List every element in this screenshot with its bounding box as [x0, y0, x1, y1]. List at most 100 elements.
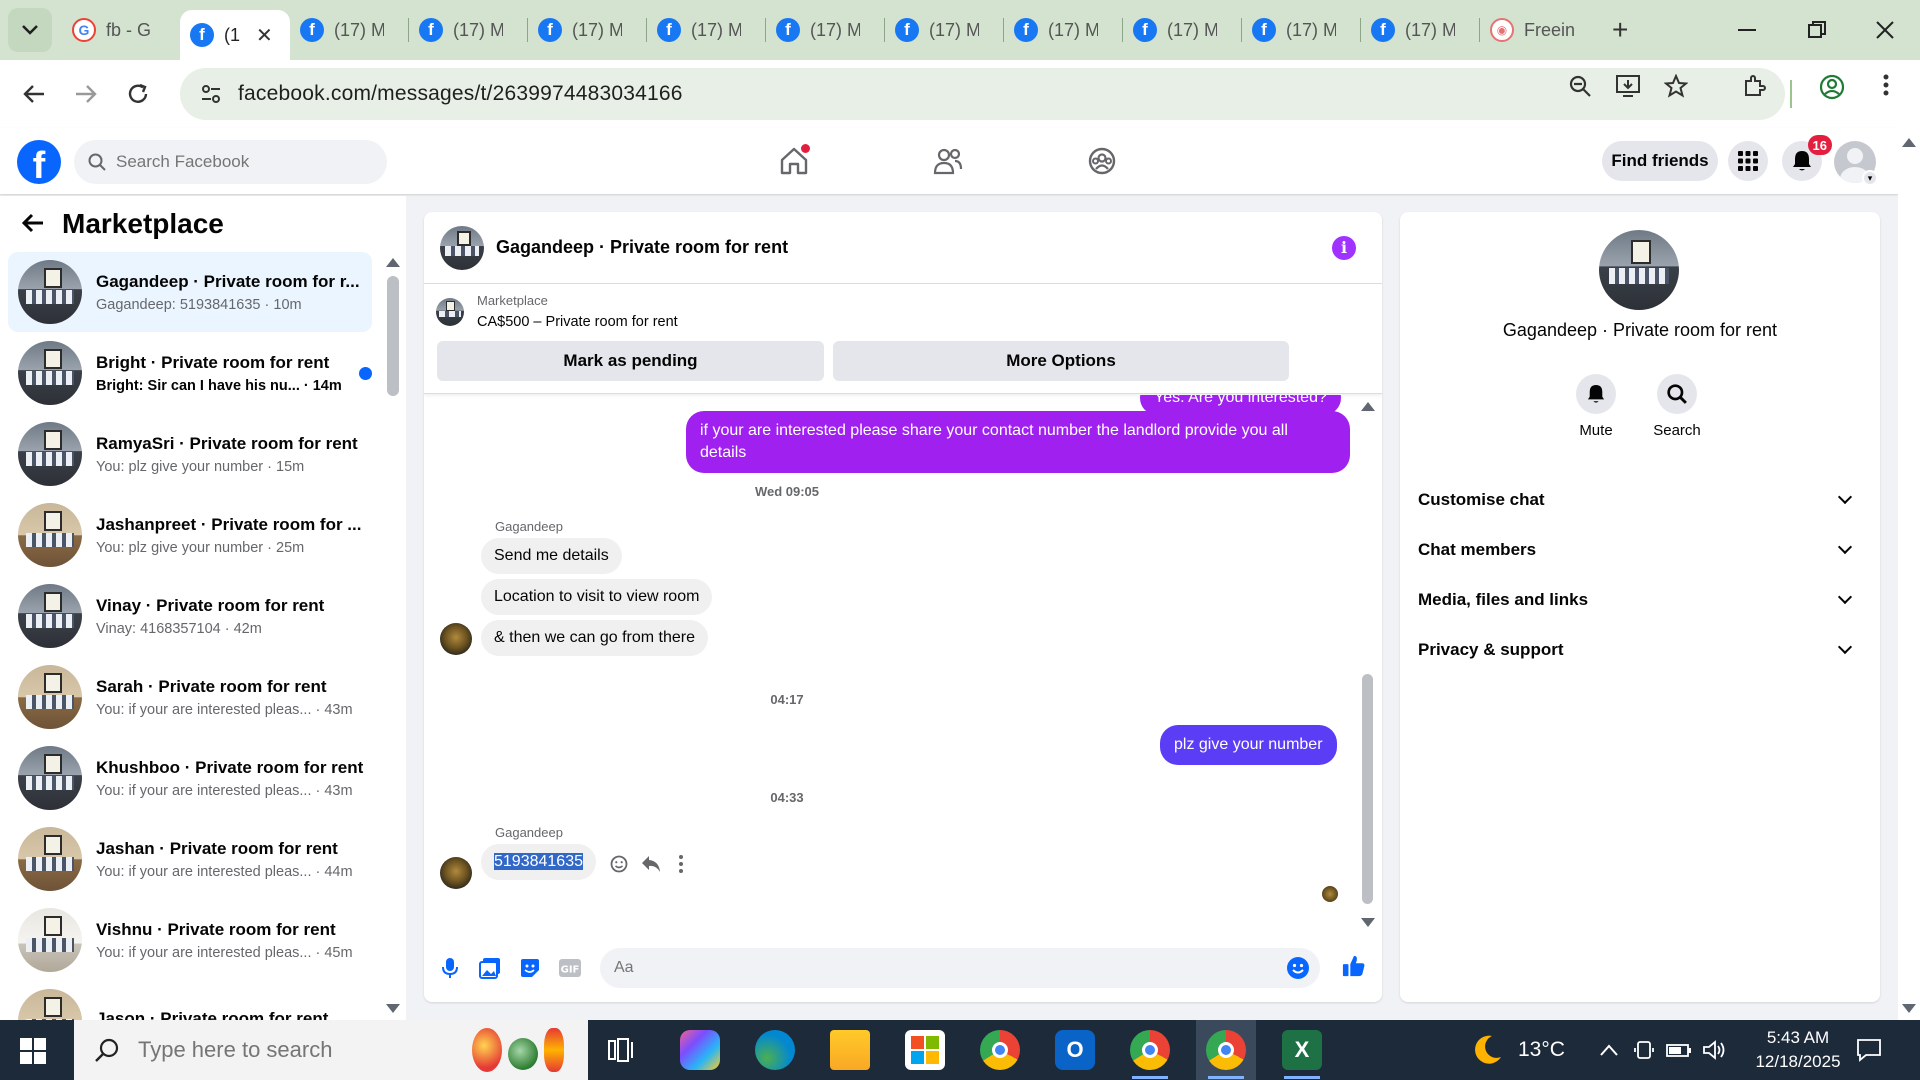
outlook-app-icon[interactable]: O — [1055, 1030, 1095, 1070]
menu-button[interactable] — [1728, 141, 1768, 181]
more-options-button[interactable]: More Options — [833, 341, 1289, 381]
reply-button[interactable] — [641, 855, 661, 878]
conversation-item[interactable]: Khushboo · Private room for rent You: if … — [8, 738, 372, 818]
microsoft-store-icon[interactable] — [905, 1030, 945, 1070]
mark-as-pending-button[interactable]: Mark as pending — [437, 341, 824, 381]
info-icon[interactable]: i — [1332, 236, 1356, 260]
scroll-up-icon[interactable] — [386, 258, 400, 267]
chevron-up-icon[interactable] — [1600, 1044, 1618, 1056]
chat-avatar[interactable] — [440, 225, 484, 270]
message-more-button[interactable] — [679, 855, 683, 878]
conversation-item[interactable]: Jashan · Private room for rent You: if yo… — [8, 819, 372, 899]
emoji-icon[interactable] — [1286, 956, 1310, 980]
edge-app-icon[interactable] — [755, 1030, 795, 1070]
browser-tab[interactable]: f (17) M — [528, 8, 646, 52]
react-button[interactable] — [610, 855, 628, 878]
browser-tab[interactable]: ◉ Freein — [1480, 8, 1598, 52]
reload-button[interactable] — [112, 68, 164, 120]
notifications-button[interactable]: 16 — [1782, 135, 1832, 181]
address-bar[interactable]: facebook.com/messages/t/2639974483034166 — [180, 68, 1785, 120]
taskbar-search[interactable] — [74, 1020, 588, 1080]
mute-button[interactable] — [1576, 374, 1616, 414]
outgoing-message[interactable]: if your are interested please share your… — [686, 411, 1350, 473]
notification-center-button[interactable] — [1856, 1020, 1882, 1080]
search-in-conversation-button[interactable] — [1657, 374, 1697, 414]
chat-title[interactable]: Gagandeep · Private room for rent — [496, 237, 788, 258]
conversation-item[interactable]: Jason · Private room for rent — [8, 981, 372, 1020]
chrome-profile-a-icon[interactable] — [1130, 1030, 1170, 1070]
browser-menu-button[interactable] — [1866, 74, 1906, 103]
contact-avatar[interactable] — [1599, 230, 1679, 310]
back-button[interactable] — [8, 68, 60, 120]
info-section-toggle[interactable]: Chat members — [1418, 530, 1858, 570]
browser-tab[interactable]: f (17) M — [1242, 8, 1360, 52]
listing-thumbnail[interactable] — [436, 298, 464, 326]
browser-tab[interactable]: f (1 ✕ — [180, 10, 290, 60]
browser-tab[interactable]: f (17) M — [1123, 8, 1241, 52]
incoming-message[interactable]: 5193841635 — [481, 844, 596, 880]
profile-button[interactable] — [1812, 74, 1852, 107]
chat-scrollbar-thumb[interactable] — [1362, 674, 1373, 904]
device-icon[interactable] — [1634, 1040, 1654, 1060]
volume-icon[interactable] — [1702, 1040, 1726, 1060]
conversation-item[interactable]: Gagandeep · Private room for r... Gagande… — [8, 252, 372, 332]
page-scroll-down-icon[interactable] — [1902, 1004, 1916, 1013]
excel-app-icon[interactable]: X — [1282, 1030, 1322, 1070]
forward-button[interactable] — [60, 68, 112, 120]
zoom-button[interactable] — [1560, 74, 1600, 105]
chat-scroll-down-icon[interactable] — [1361, 918, 1375, 927]
scroll-down-icon[interactable] — [386, 1004, 400, 1013]
mute-action[interactable]: Mute — [1556, 374, 1636, 439]
battery-icon[interactable] — [1666, 1042, 1692, 1058]
conversation-item[interactable]: Bright · Private room for rent Bright: Si… — [8, 333, 372, 413]
extensions-button[interactable] — [1734, 74, 1774, 105]
browser-tab[interactable]: f (17) M — [766, 8, 884, 52]
info-section-toggle[interactable]: Customise chat — [1418, 480, 1858, 520]
listing-title[interactable]: CA$500 – Private room for rent — [477, 314, 678, 330]
gif-button[interactable]: GIF — [558, 956, 582, 980]
conversation-item[interactable]: RamyaSri · Private room for rent You: plz… — [8, 414, 372, 494]
back-arrow-icon[interactable] — [21, 208, 44, 240]
info-section-toggle[interactable]: Privacy & support — [1418, 630, 1858, 670]
page-scroll-up-icon[interactable] — [1902, 138, 1916, 147]
nav-groups[interactable] — [1082, 144, 1122, 178]
find-friends-button[interactable]: Find friends — [1602, 141, 1718, 181]
sidebar-scrollbar-thumb[interactable] — [387, 276, 399, 396]
sender-avatar[interactable] — [440, 857, 472, 889]
browser-tab[interactable]: f (17) M — [290, 8, 408, 52]
system-clock[interactable]: 5:43 AM 12/18/2025 — [1752, 1026, 1844, 1074]
account-chevron-icon[interactable]: ▾ — [1862, 170, 1878, 186]
message-input-wrapper[interactable] — [600, 948, 1320, 988]
windows-start-icon[interactable] — [20, 1038, 46, 1064]
page-scrollbar[interactable] — [1898, 128, 1920, 1020]
minimize-button[interactable] — [1712, 0, 1782, 60]
search-input[interactable] — [116, 152, 356, 172]
sticker-button[interactable] — [518, 956, 542, 980]
search-action[interactable]: Search — [1637, 374, 1717, 439]
nav-home[interactable] — [774, 144, 814, 178]
message-input[interactable] — [614, 959, 1264, 977]
browser-tab[interactable]: f (17) M — [409, 8, 527, 52]
attach-photo-button[interactable] — [478, 956, 502, 980]
copilot-app-icon[interactable] — [680, 1030, 720, 1070]
contact-name[interactable]: Gagandeep · Private room for rent — [1400, 320, 1880, 341]
incoming-message[interactable]: & then we can go from there — [481, 620, 708, 656]
chrome-app-icon[interactable] — [980, 1030, 1020, 1070]
facebook-logo-icon[interactable]: f — [17, 140, 61, 184]
browser-tab[interactable]: f (17) M — [1361, 8, 1479, 52]
conversation-item[interactable]: Vishnu · Private room for rent You: if yo… — [8, 900, 372, 980]
conversation-item[interactable]: Jashanpreet · Private room for ... You: p… — [8, 495, 372, 575]
taskbar-search-input[interactable] — [138, 1037, 468, 1063]
info-section-toggle[interactable]: Media, files and links — [1418, 580, 1858, 620]
conversation-item[interactable]: Sarah · Private room for rent You: if you… — [8, 657, 372, 737]
close-window-button[interactable] — [1850, 0, 1920, 60]
task-view-button[interactable] — [602, 1030, 642, 1070]
conversation-item[interactable]: Vinay · Private room for rent Vinay: 4168… — [8, 576, 372, 656]
sender-avatar[interactable] — [440, 623, 472, 655]
nav-friends[interactable] — [928, 144, 968, 178]
chrome-profile-b-icon[interactable] — [1206, 1030, 1246, 1070]
close-tab-icon[interactable]: ✕ — [256, 23, 273, 48]
browser-tab[interactable]: f (17) M — [1004, 8, 1122, 52]
facebook-search[interactable] — [74, 140, 387, 184]
browser-tab[interactable]: Gfb - G — [62, 8, 180, 52]
